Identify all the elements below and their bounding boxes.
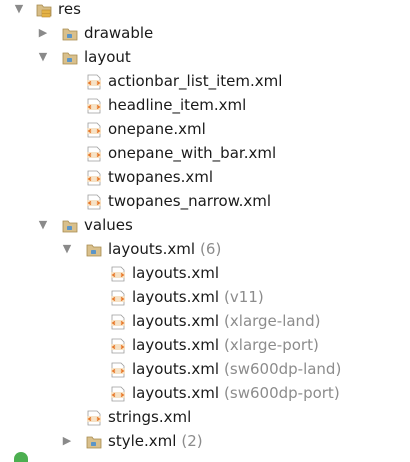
tree-node-values[interactable]: ▼ values	[0, 213, 410, 237]
tree-file-layouts-xlarge-port[interactable]: layouts.xml (xlarge-port)	[0, 333, 410, 357]
xml-file-icon	[86, 121, 102, 138]
folder-icon	[86, 241, 102, 257]
file-qualifier: (sw600dp-port)	[224, 384, 340, 402]
xml-file-icon	[86, 169, 102, 186]
folder-icon	[62, 49, 78, 65]
file-label: layouts.xml	[132, 264, 220, 282]
tree-file-layouts-sw600dp-port[interactable]: layouts.xml (sw600dp-port)	[0, 381, 410, 405]
tree-node-style-group[interactable]: ▶ style.xml (2)	[0, 429, 410, 453]
tree-node-label: drawable	[84, 24, 154, 42]
file-label: layouts.xml	[132, 360, 220, 378]
xml-file-icon	[86, 193, 102, 210]
file-label: twopanes.xml	[108, 168, 214, 186]
tree-node-label: layouts.xml	[108, 240, 196, 258]
file-qualifier: (v11)	[224, 288, 264, 306]
file-label: layouts.xml	[132, 336, 220, 354]
tree-file-strings[interactable]: strings.xml	[0, 405, 410, 429]
tree-file-onepane[interactable]: onepane.xml	[0, 117, 410, 141]
expand-arrow-icon[interactable]: ▼	[36, 45, 50, 69]
xml-file-icon	[86, 145, 102, 162]
tree-node-layouts-group[interactable]: ▼ layouts.xml (6)	[0, 237, 410, 261]
xml-file-icon	[86, 409, 102, 426]
xml-file-icon	[110, 289, 126, 306]
file-label: layouts.xml	[132, 288, 220, 306]
file-label: onepane_with_bar.xml	[108, 144, 277, 162]
folder-icon	[62, 217, 78, 233]
tree-node-label: res	[58, 0, 81, 18]
xml-file-icon	[110, 265, 126, 282]
xml-file-icon	[110, 313, 126, 330]
file-qualifier: (xlarge-land)	[224, 312, 321, 330]
tree-node-label: layout	[84, 48, 131, 66]
tree-node-drawable[interactable]: ▶ drawable	[0, 21, 410, 45]
tree-file-layouts-xlarge-land[interactable]: layouts.xml (xlarge-land)	[0, 309, 410, 333]
file-qualifier: (sw600dp-land)	[224, 360, 342, 378]
file-label: layouts.xml	[132, 312, 220, 330]
file-label: onepane.xml	[108, 120, 206, 138]
file-label: twopanes_narrow.xml	[108, 192, 272, 210]
file-label: layouts.xml	[132, 384, 220, 402]
collapse-arrow-icon[interactable]: ▶	[60, 429, 74, 453]
expand-arrow-icon[interactable]: ▼	[36, 213, 50, 237]
status-indicator	[14, 452, 28, 462]
tree-file-twopanes-narrow[interactable]: twopanes_narrow.xml	[0, 189, 410, 213]
tree-file-layouts-default[interactable]: layouts.xml	[0, 261, 410, 285]
tree-file-layouts-sw600dp-land[interactable]: layouts.xml (sw600dp-land)	[0, 357, 410, 381]
xml-file-icon	[110, 385, 126, 402]
tree-file-onepane-with-bar[interactable]: onepane_with_bar.xml	[0, 141, 410, 165]
expand-arrow-icon[interactable]: ▼	[60, 237, 74, 261]
expand-arrow-icon[interactable]: ▼	[12, 0, 26, 21]
tree-file-twopanes[interactable]: twopanes.xml	[0, 165, 410, 189]
file-count: (6)	[200, 240, 222, 258]
collapse-arrow-icon[interactable]: ▶	[36, 21, 50, 45]
xml-file-icon	[86, 97, 102, 114]
xml-file-icon	[86, 73, 102, 90]
tree-node-res[interactable]: ▼ res	[0, 0, 410, 21]
xml-file-icon	[110, 361, 126, 378]
folder-icon	[86, 433, 102, 449]
xml-file-icon	[110, 337, 126, 354]
file-label: strings.xml	[108, 408, 192, 426]
file-qualifier: (xlarge-port)	[224, 336, 319, 354]
tree-node-label: values	[84, 216, 133, 234]
tree-file-actionbar-list-item[interactable]: actionbar_list_item.xml	[0, 69, 410, 93]
tree-node-layout[interactable]: ▼ layout	[0, 45, 410, 69]
file-count: (2)	[181, 432, 203, 450]
resource-folder-icon	[36, 1, 52, 18]
file-label: actionbar_list_item.xml	[108, 72, 283, 90]
tree-file-headline-item[interactable]: headline_item.xml	[0, 93, 410, 117]
tree-node-label: style.xml	[108, 432, 177, 450]
folder-icon	[62, 25, 78, 41]
file-label: headline_item.xml	[108, 96, 247, 114]
tree-file-layouts-v11[interactable]: layouts.xml (v11)	[0, 285, 410, 309]
